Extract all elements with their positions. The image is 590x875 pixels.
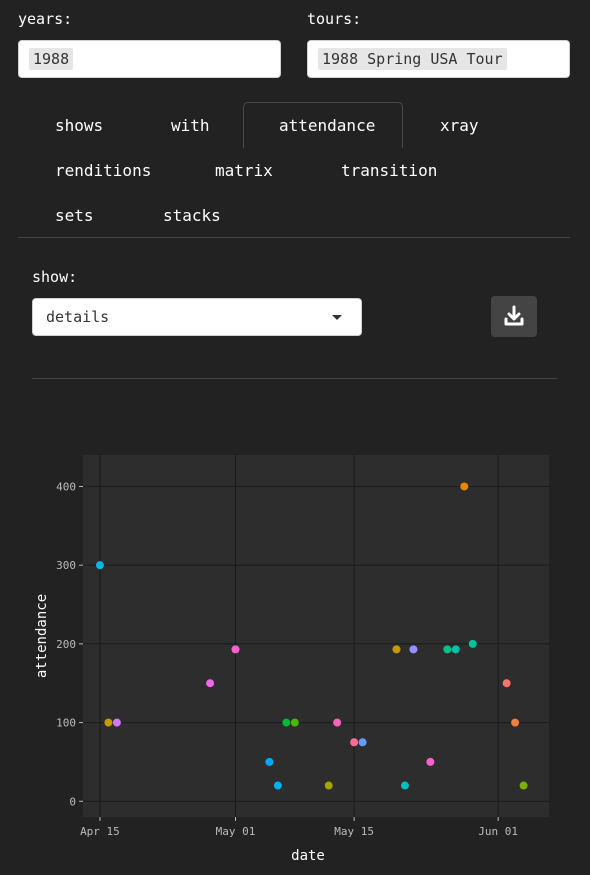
data-point[interactable]	[468, 639, 477, 648]
data-point[interactable]	[350, 738, 359, 747]
tab-attendance[interactable]: attendance	[279, 116, 375, 135]
show-select[interactable]: details	[32, 298, 362, 336]
tab-renditions[interactable]: renditions	[55, 161, 151, 180]
tours-selected-chip[interactable]: 1988 Spring USA Tour	[318, 48, 507, 70]
years-selected-chip[interactable]: 1988	[29, 48, 74, 70]
data-point[interactable]	[451, 645, 460, 654]
data-point[interactable]	[231, 645, 240, 654]
show-select-value: details	[46, 308, 110, 326]
data-point[interactable]	[400, 781, 409, 790]
x-tick-label: May 15	[334, 825, 374, 838]
tab-shows[interactable]: shows	[55, 116, 103, 135]
data-point[interactable]	[358, 738, 367, 747]
data-point[interactable]	[104, 718, 113, 727]
x-tick-label: Jun 01	[478, 825, 518, 838]
y-tick-label: 400	[56, 480, 76, 493]
years-input[interactable]: 1988	[18, 40, 281, 78]
tab-matrix[interactable]: matrix	[215, 161, 273, 180]
x-tick-label: May 01	[216, 825, 256, 838]
data-point[interactable]	[443, 645, 452, 654]
data-point[interactable]	[324, 781, 333, 790]
y-tick-label: 0	[69, 795, 76, 808]
data-point[interactable]	[273, 781, 282, 790]
tab-xray[interactable]: xray	[440, 116, 479, 135]
tabs-divider	[18, 237, 570, 238]
y-tick-label: 300	[56, 559, 76, 572]
data-point[interactable]	[282, 718, 291, 727]
data-point[interactable]	[206, 679, 215, 688]
data-point[interactable]	[112, 718, 121, 727]
data-point[interactable]	[519, 781, 528, 790]
data-point[interactable]	[460, 482, 469, 491]
y-axis-label: attendance	[34, 594, 50, 678]
years-label: years:	[18, 10, 73, 28]
plot-background	[83, 455, 549, 817]
data-point[interactable]	[426, 757, 435, 766]
data-point[interactable]	[409, 645, 418, 654]
controls-divider	[32, 378, 557, 379]
data-point[interactable]	[290, 718, 299, 727]
data-point[interactable]	[392, 645, 401, 654]
data-point[interactable]	[511, 718, 520, 727]
tab-transition[interactable]: transition	[341, 161, 437, 180]
tab-with[interactable]: with	[171, 116, 210, 135]
tours-input[interactable]: 1988 Spring USA Tour	[307, 40, 570, 78]
tab-stacks[interactable]: stacks	[163, 206, 221, 225]
caret-down-icon	[332, 315, 342, 320]
x-axis-label: date	[291, 848, 325, 864]
y-tick-label: 200	[56, 638, 76, 651]
tours-label: tours:	[307, 10, 362, 28]
data-point[interactable]	[95, 561, 104, 570]
show-label: show:	[32, 268, 78, 286]
download-icon	[504, 305, 524, 326]
data-point[interactable]	[502, 679, 511, 688]
x-tick-label: Apr 15	[80, 825, 120, 838]
download-button[interactable]	[491, 296, 537, 337]
data-point[interactable]	[333, 718, 342, 727]
data-point[interactable]	[265, 757, 274, 766]
tab-sets[interactable]: sets	[55, 206, 94, 225]
y-tick-label: 100	[56, 717, 76, 730]
